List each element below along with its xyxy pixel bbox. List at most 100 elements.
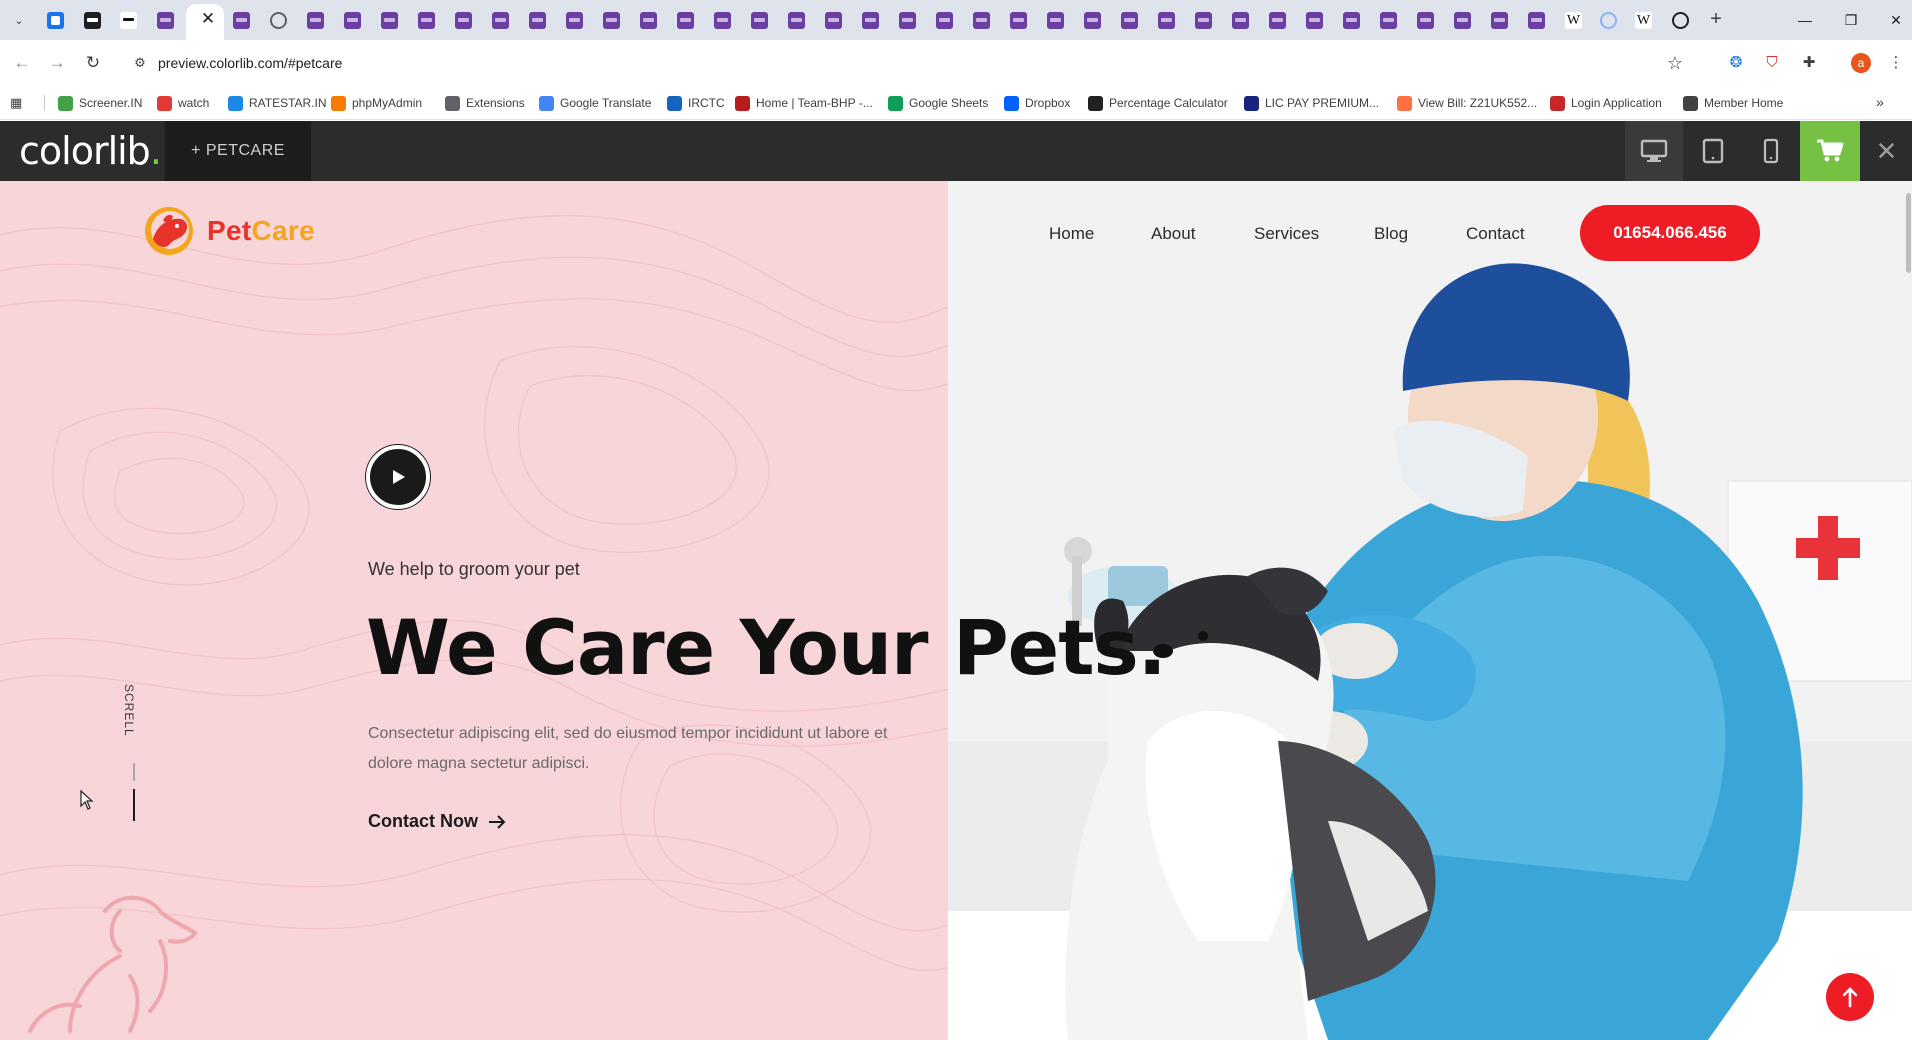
tab-favicon-icon[interactable] bbox=[1232, 12, 1249, 29]
more-bookmarks-icon[interactable]: » bbox=[1876, 94, 1884, 110]
close-preview-icon[interactable]: ✕ bbox=[1861, 121, 1912, 181]
cart-button[interactable] bbox=[1800, 121, 1860, 181]
restore-icon[interactable]: ❐ bbox=[1838, 8, 1864, 32]
phone-button[interactable]: 01654.066.456 bbox=[1580, 205, 1760, 261]
page-scrollbar[interactable] bbox=[1906, 193, 1911, 273]
bookmark-item[interactable]: View Bill: Z21UK552... bbox=[1397, 94, 1537, 112]
mobile-view-button[interactable] bbox=[1742, 121, 1800, 181]
tab-favicon-icon[interactable] bbox=[529, 12, 546, 29]
bookmark-item[interactable]: Extensions bbox=[445, 94, 525, 112]
apps-grid-icon[interactable]: ▦ bbox=[10, 95, 26, 111]
tab-favicon-icon[interactable] bbox=[120, 12, 137, 29]
bookmark-item[interactable]: phpMyAdmin bbox=[331, 94, 422, 112]
tab-favicon-icon[interactable] bbox=[899, 12, 916, 29]
bookmark-star-icon[interactable]: ☆ bbox=[1664, 52, 1686, 74]
url-text[interactable]: preview.colorlib.com/#petcare bbox=[158, 55, 342, 71]
tab-favicon-icon[interactable] bbox=[344, 12, 361, 29]
tab-favicon-icon[interactable] bbox=[1528, 12, 1545, 29]
tab-favicon-icon[interactable] bbox=[1084, 12, 1101, 29]
tab-favicon-icon[interactable] bbox=[492, 12, 509, 29]
tab-search-icon[interactable]: ⌄ bbox=[8, 9, 30, 31]
tab-wikipedia-icon[interactable]: W bbox=[1635, 12, 1652, 29]
tab-favicon-icon[interactable] bbox=[1158, 12, 1175, 29]
tab-favicon-icon[interactable] bbox=[47, 12, 64, 29]
tab-favicon-icon[interactable] bbox=[862, 12, 879, 29]
play-video-button[interactable] bbox=[366, 445, 430, 509]
scroll-progress bbox=[133, 789, 135, 821]
tab-favicon-icon[interactable] bbox=[751, 12, 768, 29]
bookmark-item[interactable]: LIC PAY PREMIUM... bbox=[1244, 94, 1379, 112]
browser-menu-icon[interactable]: ⋮ bbox=[1885, 52, 1907, 74]
tab-favicon-icon[interactable] bbox=[1121, 12, 1138, 29]
tab-favicon-icon[interactable] bbox=[157, 12, 174, 29]
new-tab-icon[interactable]: + bbox=[1704, 8, 1728, 32]
tab-favicon-icon[interactable] bbox=[1343, 12, 1360, 29]
bookmark-item[interactable]: RATESTAR.IN bbox=[228, 94, 327, 112]
tab-favicon-icon[interactable] bbox=[418, 12, 435, 29]
tab-globe-icon[interactable] bbox=[270, 12, 287, 29]
bookmark-item[interactable]: Google Sheets bbox=[888, 94, 988, 112]
bookmark-label: phpMyAdmin bbox=[352, 96, 423, 110]
scroll-to-top-button[interactable] bbox=[1826, 973, 1874, 1021]
nav-contact[interactable]: Contact bbox=[1466, 224, 1525, 244]
tab-favicon-icon[interactable] bbox=[1010, 12, 1027, 29]
tab-favicon-icon[interactable] bbox=[973, 12, 990, 29]
tab-favicon-icon[interactable] bbox=[381, 12, 398, 29]
nav-blog[interactable]: Blog bbox=[1374, 224, 1408, 244]
tab-favicon-icon[interactable] bbox=[455, 12, 472, 29]
bookmark-item[interactable]: Screener.IN bbox=[58, 94, 142, 112]
tab-favicon-icon[interactable] bbox=[788, 12, 805, 29]
nav-home[interactable]: Home bbox=[1049, 224, 1094, 244]
tab-favicon-icon[interactable] bbox=[714, 12, 731, 29]
site-logo[interactable]: PetCare bbox=[143, 205, 315, 257]
tab-favicon-icon[interactable] bbox=[677, 12, 694, 29]
bookmark-item[interactable]: Home | Team-BHP -... bbox=[735, 94, 873, 112]
tab-favicon-icon[interactable] bbox=[1306, 12, 1323, 29]
minimize-icon[interactable]: — bbox=[1792, 8, 1818, 32]
site-settings-icon[interactable]: ⚙ bbox=[130, 53, 150, 73]
tab-wikipedia-icon[interactable]: W bbox=[1565, 12, 1582, 29]
bookmark-item[interactable]: watch bbox=[157, 94, 209, 112]
extension-icon[interactable]: ❂ bbox=[1725, 52, 1747, 74]
tab-favicon-icon[interactable] bbox=[825, 12, 842, 29]
tab-favicon-icon[interactable] bbox=[1417, 12, 1434, 29]
play-icon bbox=[393, 470, 405, 484]
bookmark-item[interactable]: Google Translate bbox=[539, 94, 651, 112]
theme-name-button[interactable]: + PETCARE bbox=[165, 121, 311, 181]
nav-services[interactable]: Services bbox=[1254, 224, 1319, 244]
bookmark-item[interactable]: Percentage Calculator bbox=[1088, 94, 1228, 112]
bookmark-item[interactable]: Member Home bbox=[1683, 94, 1783, 112]
tab-favicon-icon[interactable] bbox=[1047, 12, 1064, 29]
tablet-view-button[interactable] bbox=[1684, 121, 1742, 181]
tab-close-icon[interactable]: ✕ bbox=[198, 9, 218, 29]
tab-favicon-icon[interactable] bbox=[936, 12, 953, 29]
bookmark-item[interactable]: IRCTC bbox=[667, 94, 725, 112]
tab-favicon-icon[interactable] bbox=[1269, 12, 1286, 29]
tab-globe-icon[interactable] bbox=[1600, 12, 1617, 29]
tab-favicon-icon[interactable] bbox=[640, 12, 657, 29]
puzzle-extensions-icon[interactable]: ✚ bbox=[1798, 52, 1820, 74]
forward-icon[interactable]: → bbox=[46, 52, 68, 74]
tab-globe-icon[interactable] bbox=[1672, 12, 1689, 29]
omnibox[interactable]: ⚙ preview.colorlib.com/#petcare ☆ bbox=[124, 46, 1694, 80]
window-close-icon[interactable]: ✕ bbox=[1883, 8, 1909, 32]
colorlib-logo[interactable]: colorlib. bbox=[19, 129, 162, 173]
tab-favicon-icon[interactable] bbox=[1380, 12, 1397, 29]
desktop-view-button[interactable] bbox=[1625, 121, 1683, 181]
reload-icon[interactable]: ↻ bbox=[82, 52, 104, 74]
tab-favicon-icon[interactable] bbox=[566, 12, 583, 29]
tab-favicon-icon[interactable] bbox=[1195, 12, 1212, 29]
tab-favicon-icon[interactable] bbox=[84, 12, 101, 29]
profile-avatar[interactable]: a bbox=[1851, 53, 1871, 73]
nav-about[interactable]: About bbox=[1151, 224, 1195, 244]
tab-favicon-icon[interactable] bbox=[233, 12, 250, 29]
tab-favicon-icon[interactable] bbox=[603, 12, 620, 29]
contact-now-link[interactable]: Contact Now bbox=[368, 811, 506, 832]
tab-favicon-icon[interactable] bbox=[1454, 12, 1471, 29]
shield-extension-icon[interactable]: ⛉ bbox=[1761, 52, 1783, 74]
bookmark-item[interactable]: Dropbox bbox=[1004, 94, 1070, 112]
tab-favicon-icon[interactable] bbox=[1491, 12, 1508, 29]
bookmark-item[interactable]: Login Application bbox=[1550, 94, 1662, 112]
tab-favicon-icon[interactable] bbox=[307, 12, 324, 29]
back-icon[interactable]: ← bbox=[11, 52, 33, 74]
